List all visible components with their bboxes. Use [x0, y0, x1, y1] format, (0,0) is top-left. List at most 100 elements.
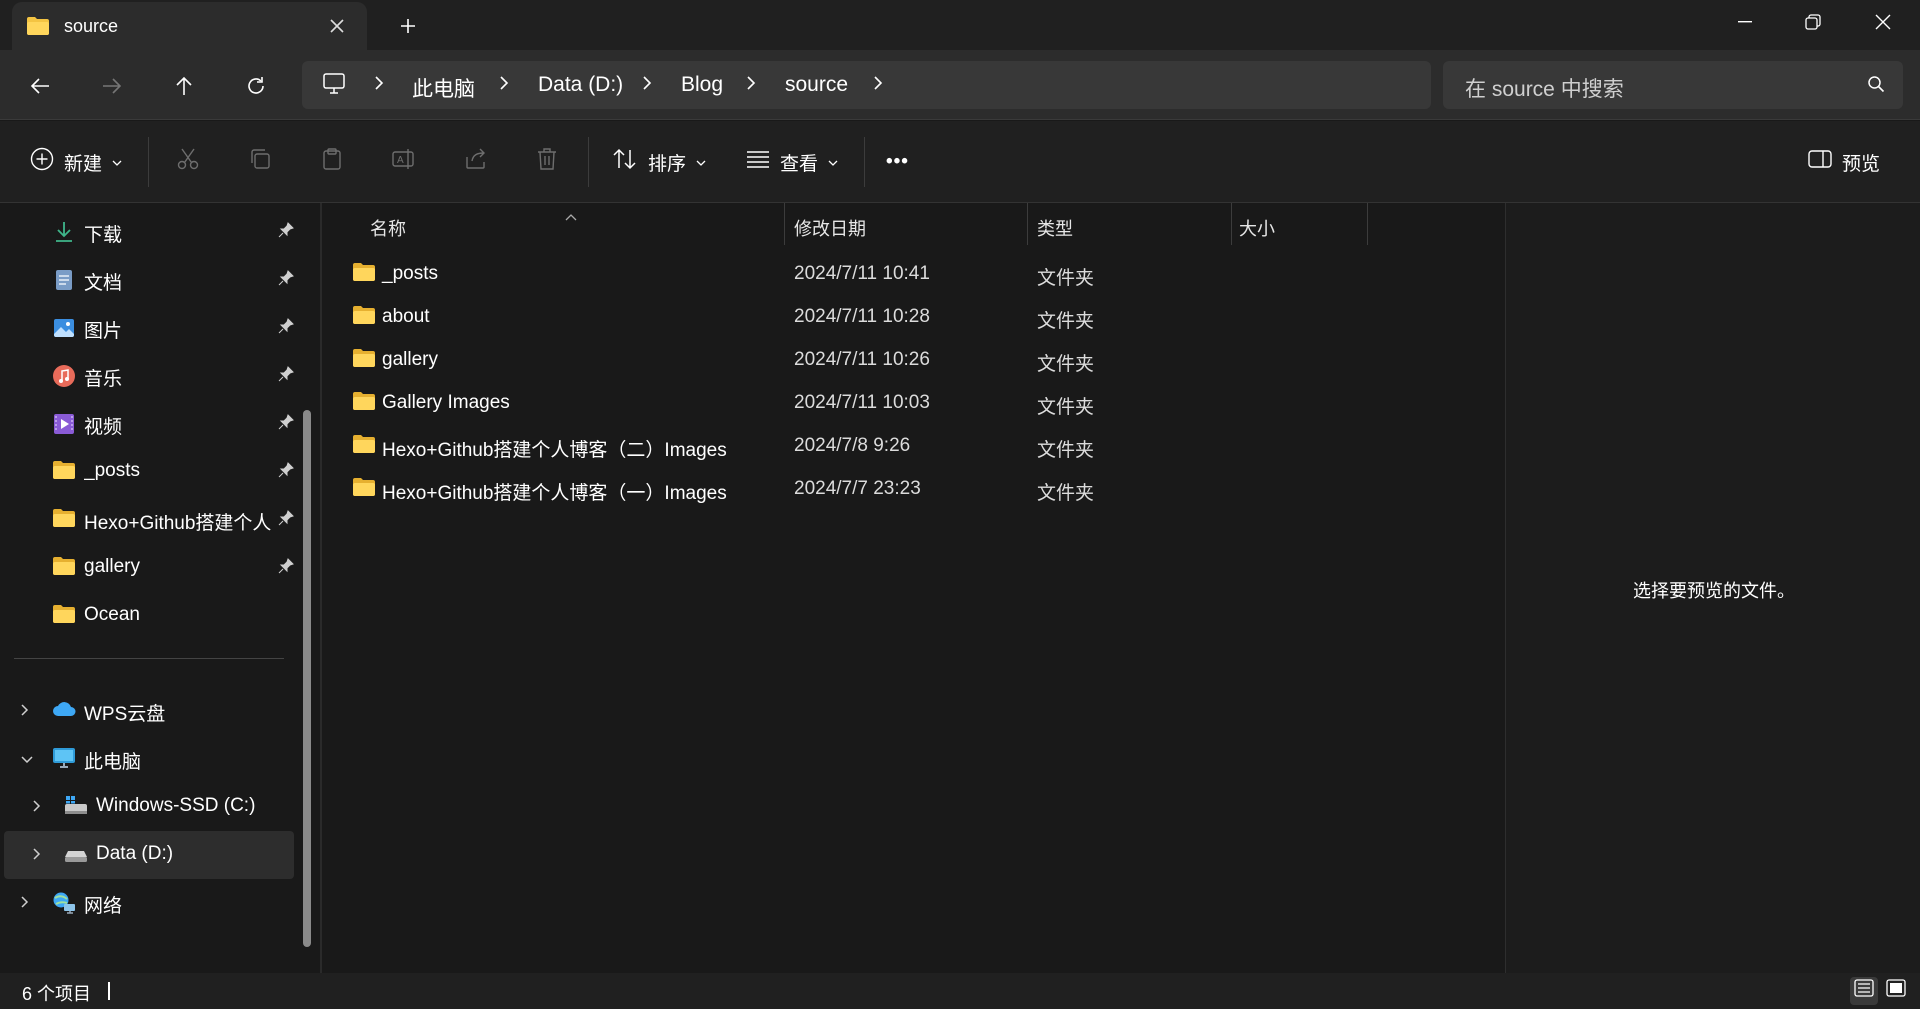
new-label: 新建 — [64, 153, 103, 175]
svg-text:A: A — [397, 155, 404, 166]
pin-icon[interactable] — [278, 510, 294, 532]
refresh-button[interactable] — [234, 64, 278, 108]
pin-icon[interactable] — [278, 462, 294, 484]
sidebar-item-music[interactable]: 音乐 — [4, 352, 294, 400]
breadcrumb[interactable]: 此电脑 Data (D:) Blog source — [302, 61, 1431, 109]
table-row[interactable]: _posts 2024/7/11 10:41 文件夹 — [322, 252, 1505, 295]
close-window-button[interactable] — [1848, 0, 1918, 44]
new-button[interactable]: 新建 — [30, 143, 122, 181]
pin-icon[interactable] — [278, 558, 294, 580]
folder-icon — [52, 556, 76, 580]
table-row[interactable]: gallery 2024/7/11 10:26 文件夹 — [322, 338, 1505, 381]
sidebar-item-label: gallery — [84, 556, 140, 577]
sidebar-item-pictures[interactable]: 图片 — [4, 304, 294, 352]
column-header-size[interactable]: 大小 — [1231, 203, 1367, 245]
sidebar-item-label: Data (D:) — [96, 843, 174, 864]
sidebar-item-network[interactable]: 网络 — [4, 879, 294, 927]
sort-button[interactable]: 排序 — [612, 143, 706, 181]
sidebar-item-label: _posts — [84, 460, 140, 481]
pin-icon[interactable] — [278, 270, 294, 292]
sidebar-item-posts[interactable]: _posts — [4, 448, 294, 496]
pin-icon[interactable] — [278, 414, 294, 436]
chevron-right-icon[interactable] — [32, 797, 42, 819]
chevron-right-icon[interactable] — [374, 75, 384, 97]
sidebar-item-label: 图片 — [84, 321, 123, 342]
sidebar-item-downloads[interactable]: 下载 — [4, 208, 294, 256]
chevron-right-icon[interactable] — [499, 75, 509, 97]
chevron-right-icon[interactable] — [746, 75, 756, 97]
sidebar-item-documents[interactable]: 文档 — [4, 256, 294, 304]
column-header-date[interactable]: 修改日期 — [784, 203, 1027, 245]
details-view-button[interactable] — [1850, 977, 1878, 1005]
file-date: 2024/7/7 23:23 — [794, 478, 921, 499]
folder-icon — [352, 391, 376, 417]
up-button[interactable] — [162, 64, 206, 108]
search-input[interactable]: 在 source 中搜索 — [1443, 61, 1903, 109]
sidebar-item-this-pc[interactable]: 此电脑 — [4, 735, 294, 783]
sidebar-item-ocean[interactable]: Ocean — [4, 592, 294, 640]
sidebar-item-videos[interactable]: 视频 — [4, 400, 294, 448]
restore-button[interactable] — [1778, 0, 1848, 44]
sidebar-item-hexo-images[interactable]: Hexo+Github搭建个人博客（二）Images — [4, 496, 294, 544]
column-header-type[interactable]: 类型 — [1027, 203, 1231, 245]
column-header-label: 大小 — [1239, 219, 1275, 239]
chevron-right-icon[interactable] — [642, 75, 652, 97]
preview-message: 选择要预览的文件。 — [1633, 581, 1795, 601]
minimize-button[interactable] — [1710, 0, 1780, 44]
command-bar: 新建 A 排序 查看 ••• 预览 — [0, 121, 1920, 203]
column-header-name[interactable]: 名称 — [322, 203, 784, 245]
copy-icon — [248, 147, 272, 177]
file-name: Gallery Images — [382, 392, 510, 413]
pin-icon[interactable] — [278, 366, 294, 388]
sidebar-item-wps-cloud[interactable]: WPS云盘 — [4, 687, 294, 735]
sidebar-scrollbar[interactable] — [302, 205, 312, 947]
sidebar-item-label: WPS云盘 — [84, 704, 166, 725]
computer-icon[interactable] — [322, 73, 346, 101]
cloud-icon — [52, 699, 76, 723]
tiles-view-button[interactable] — [1882, 977, 1910, 1005]
tab-source[interactable]: source — [12, 2, 367, 50]
pin-icon[interactable] — [278, 318, 294, 340]
pin-icon[interactable] — [278, 222, 294, 244]
search-icon[interactable] — [1867, 75, 1885, 99]
crumb-this-pc[interactable]: 此电脑 — [412, 73, 475, 103]
clipboard-icon — [320, 147, 344, 177]
table-row[interactable]: Hexo+Github搭建个人博客（二）Images 2024/7/8 9:26… — [322, 424, 1505, 467]
sidebar-item-label: 此电脑 — [84, 752, 142, 773]
sidebar-item-data-drive[interactable]: Data (D:) — [4, 831, 294, 879]
title-bar: source — [0, 0, 1920, 50]
share-button[interactable] — [464, 143, 488, 181]
column-separator[interactable] — [1367, 203, 1368, 245]
copy-button[interactable] — [248, 143, 272, 181]
music-icon — [52, 364, 76, 388]
tab-label: source — [64, 16, 119, 36]
table-row[interactable]: Gallery Images 2024/7/11 10:03 文件夹 — [322, 381, 1505, 424]
chevron-right-icon[interactable] — [873, 75, 883, 97]
crumb-source[interactable]: source — [785, 73, 848, 97]
crumb-data-drive[interactable]: Data (D:) — [538, 73, 623, 97]
scrollbar-thumb[interactable] — [303, 410, 311, 947]
view-button[interactable]: 查看 — [746, 143, 838, 181]
rename-button[interactable]: A — [392, 143, 418, 181]
chevron-right-icon[interactable] — [20, 701, 30, 723]
chevron-down-icon[interactable] — [20, 749, 34, 771]
close-tab-icon[interactable] — [325, 14, 349, 38]
chevron-right-icon[interactable] — [32, 845, 42, 867]
table-row[interactable]: Hexo+Github搭建个人博客（一）Images 2024/7/7 23:2… — [322, 467, 1505, 510]
crumb-blog[interactable]: Blog — [681, 73, 723, 97]
delete-button[interactable] — [536, 143, 558, 181]
chevron-right-icon[interactable] — [20, 893, 30, 915]
paste-button[interactable] — [320, 143, 344, 181]
preview-pane-button[interactable]: 预览 — [1808, 143, 1880, 181]
cut-button[interactable] — [176, 143, 200, 181]
back-button[interactable] — [18, 64, 62, 108]
new-tab-button[interactable] — [392, 10, 424, 42]
more-options-button[interactable]: ••• — [886, 143, 909, 181]
download-icon — [52, 220, 76, 244]
sidebar-item-label: 音乐 — [84, 369, 123, 390]
sidebar-item-gallery[interactable]: gallery — [4, 544, 294, 592]
sidebar-item-windows-ssd[interactable]: Windows-SSD (C:) — [4, 783, 294, 831]
table-row[interactable]: about 2024/7/11 10:28 文件夹 — [322, 295, 1505, 338]
computer-icon — [52, 747, 76, 771]
forward-button[interactable] — [90, 64, 134, 108]
